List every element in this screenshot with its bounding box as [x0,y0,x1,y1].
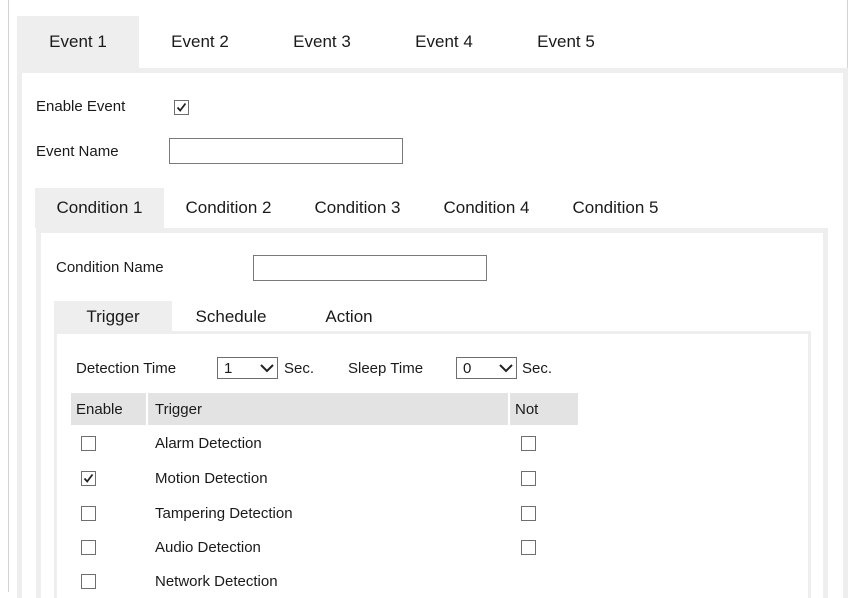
tab-event-3[interactable]: Event 3 [261,16,383,68]
alarm-detection-not-checkbox[interactable] [521,436,536,451]
enable-event-label: Enable Event [36,98,126,115]
checkmark-icon [83,473,94,483]
alarm-detection-label: Alarm Detection [155,435,262,452]
detection-time-label: Detection Time [76,360,177,377]
detection-time-select[interactable]: 1 [217,357,278,379]
tab-condition-4[interactable]: Condition 4 [422,188,551,228]
tab-event-2[interactable]: Event 2 [139,16,261,68]
event-name-label: Event Name [36,143,119,160]
tab-trigger[interactable]: Trigger [54,301,172,332]
tampering-detection-enable-checkbox[interactable] [81,506,96,521]
tab-action[interactable]: Action [290,301,408,332]
network-detection-label: Network Detection [155,573,278,590]
condition-tab-bar: Condition 1 Condition 2 Condition 3 Cond… [35,188,680,228]
detection-time-unit: Sec. [284,360,315,377]
sleep-time-label: Sleep Time [348,360,424,377]
chevron-down-icon [257,363,277,373]
tab-event-4[interactable]: Event 4 [383,16,505,68]
checkmark-icon [176,102,187,112]
alarm-detection-enable-checkbox[interactable] [81,436,96,451]
header-trigger: Trigger [155,400,202,418]
event-name-input[interactable] [169,138,403,164]
network-detection-enable-checkbox[interactable] [81,574,96,589]
tab-event-5[interactable]: Event 5 [505,16,627,68]
header-separator [508,393,510,425]
tab-condition-2[interactable]: Condition 2 [164,188,293,228]
condition-sub-tab-bar: Trigger Schedule Action [54,301,408,332]
tampering-detection-not-checkbox[interactable] [521,506,536,521]
header-enable: Enable [76,400,123,418]
audio-detection-enable-checkbox[interactable] [81,540,96,555]
motion-detection-not-checkbox[interactable] [521,471,536,486]
header-separator [146,393,148,425]
detection-time-value: 1 [224,359,233,377]
tab-schedule[interactable]: Schedule [172,301,290,332]
page-border-left [8,0,9,592]
event-tab-bar: Event 1 Event 2 Event 3 Event 4 Event 5 [17,16,627,68]
condition-name-label: Condition Name [56,259,164,276]
tab-event-1[interactable]: Event 1 [17,16,139,68]
sleep-time-value: 0 [463,359,472,377]
motion-detection-label: Motion Detection [155,470,268,487]
motion-detection-enable-checkbox[interactable] [81,471,96,486]
condition-name-input[interactable] [253,255,487,281]
sleep-time-unit: Sec. [522,360,553,377]
audio-detection-label: Audio Detection [155,539,261,556]
tab-condition-5[interactable]: Condition 5 [551,188,680,228]
header-not: Not [515,400,539,418]
audio-detection-not-checkbox[interactable] [521,540,536,555]
tab-condition-1[interactable]: Condition 1 [35,188,164,228]
enable-event-checkbox[interactable] [174,100,189,115]
sleep-time-select[interactable]: 0 [456,357,517,379]
chevron-down-icon [496,363,516,373]
tampering-detection-label: Tampering Detection [155,505,293,522]
tab-condition-3[interactable]: Condition 3 [293,188,422,228]
